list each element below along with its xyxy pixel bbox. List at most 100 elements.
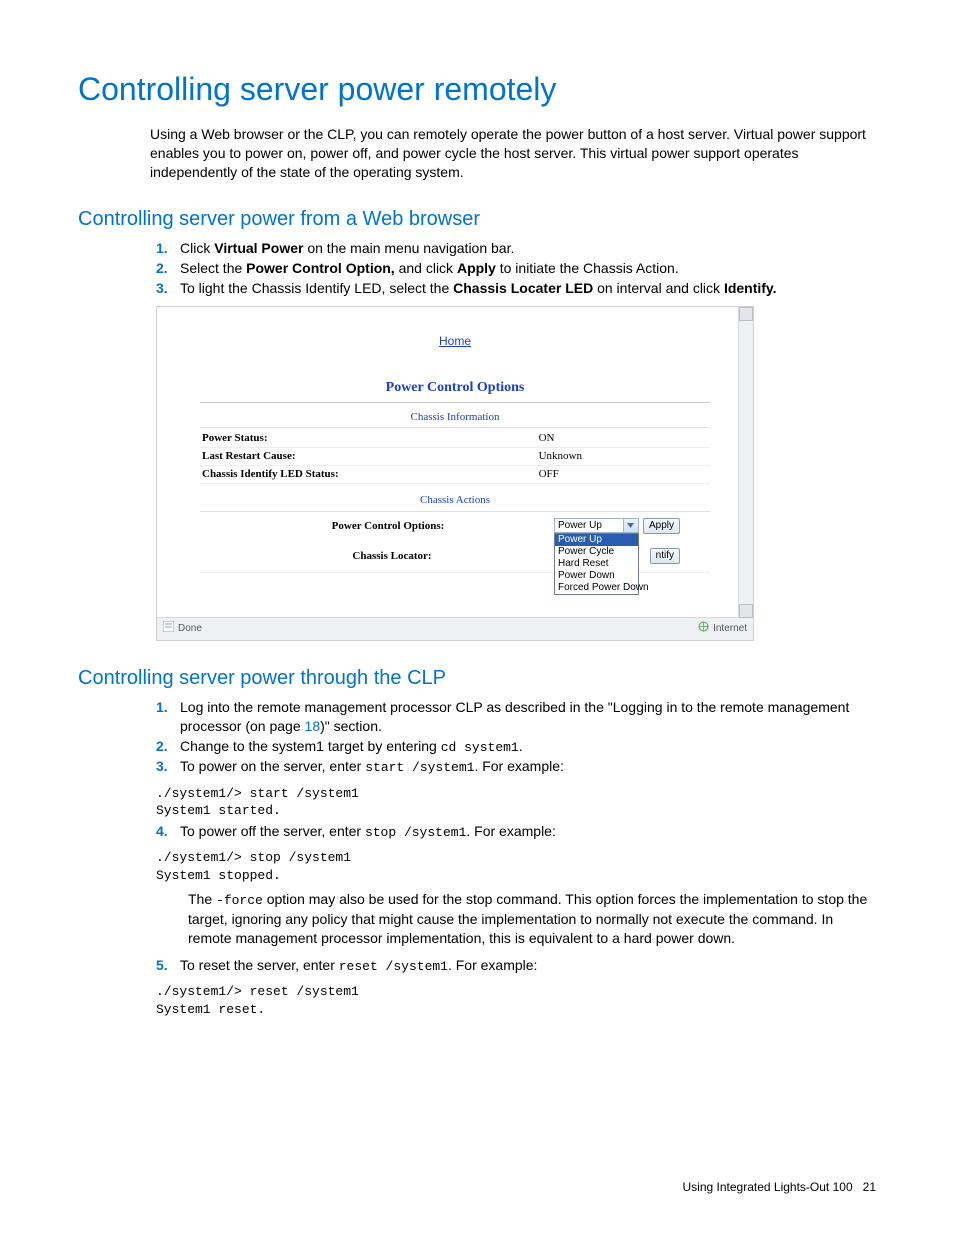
step-text: . For example: — [466, 823, 555, 839]
web-step-2: 2. Select the Power Control Option, and … — [156, 259, 876, 278]
section-label-actions: Chassis Actions — [200, 490, 710, 512]
select-dropdown-list[interactable]: Power Up Power Cycle Hard Reset Power Do… — [554, 533, 639, 595]
step-text: . — [519, 738, 523, 754]
chassis-info-table: Power Status: ON Last Restart Cause: Unk… — [200, 430, 710, 484]
section-heading-clp: Controlling server power through the CLP — [78, 665, 876, 692]
browser-content-area: Home Power Control Options Chassis Infor… — [157, 307, 753, 617]
info-value: Unknown — [537, 448, 710, 466]
step-bold: Identify. — [724, 280, 777, 296]
step-number: 3. — [156, 279, 180, 298]
step-bold: Chassis Locater LED — [453, 280, 593, 296]
clp-steps-list-cont: 4. To power off the server, enter stop /… — [156, 822, 876, 842]
table-row: Last Restart Cause: Unknown — [200, 448, 710, 466]
code-inline: reset /system1 — [339, 959, 448, 974]
home-link[interactable]: Home — [425, 333, 485, 349]
step-number: 4. — [156, 822, 180, 841]
select-option[interactable]: Power Down — [555, 570, 638, 582]
code-inline: start /system1 — [365, 760, 474, 775]
status-left: Done — [178, 622, 202, 636]
step-text: To light the Chassis Identify LED, selec… — [180, 280, 453, 296]
step-number: 3. — [156, 757, 180, 776]
page-footer: Using Integrated Lights-Out 100 21 — [683, 1179, 876, 1195]
intro-paragraph: Using a Web browser or the CLP, you can … — [150, 125, 876, 182]
clp-steps-list-cont2: 5. To reset the server, enter reset /sys… — [156, 956, 876, 976]
step-text: Change to the system1 target by entering — [180, 738, 441, 754]
step-number: 2. — [156, 259, 180, 278]
note-text: The — [188, 891, 216, 907]
select-value: Power Up — [555, 519, 623, 532]
note-paragraph: The -force option may also be used for t… — [188, 890, 876, 947]
step-text: on interval and click — [593, 280, 724, 296]
code-block: ./system1/> start /system1 System1 start… — [156, 785, 876, 820]
step-text: Select the — [180, 260, 246, 276]
footer-page-number: 21 — [863, 1180, 876, 1194]
web-steps-list: 1. Click Virtual Power on the main menu … — [156, 239, 876, 298]
step-text: . For example: — [448, 957, 537, 973]
globe-icon — [698, 621, 709, 637]
browser-statusbar: Done Internet — [157, 617, 753, 640]
clp-step-5: 5. To reset the server, enter reset /sys… — [156, 956, 876, 976]
step-text: To power off the server, enter — [180, 823, 365, 839]
section-label-info: Chassis Information — [200, 407, 710, 429]
page: Controlling server power remotely Using … — [0, 0, 954, 1235]
info-label: Last Restart Cause: — [200, 448, 537, 466]
step-text: To reset the server, enter — [180, 957, 339, 973]
web-step-1: 1. Click Virtual Power on the main menu … — [156, 239, 876, 258]
clp-step-2: 2. Change to the system1 target by enter… — [156, 737, 876, 757]
page-reference-link[interactable]: 18 — [305, 718, 321, 734]
panel-title: Power Control Options — [200, 379, 710, 403]
step-number: 1. — [156, 239, 180, 258]
power-control-row: Power Control Options: Power Up — [230, 518, 680, 534]
scroll-up-button[interactable] — [739, 307, 753, 321]
scrollbar[interactable] — [738, 307, 753, 618]
info-value: ON — [537, 430, 710, 447]
code-inline: -force — [216, 893, 263, 908]
step-text: to initiate the Chassis Action. — [496, 260, 679, 276]
step-text: To power on the server, enter — [180, 758, 365, 774]
power-control-select[interactable]: Power Up Power Up Power Cycle Hard Reset — [554, 518, 639, 533]
web-step-3: 3. To light the Chassis Identify LED, se… — [156, 279, 876, 298]
select-option[interactable]: Power Cycle — [555, 546, 638, 558]
footer-text: Using Integrated Lights-Out 100 — [683, 1180, 853, 1194]
code-inline: cd system1 — [441, 740, 519, 755]
power-control-label: Power Control Options: — [230, 518, 554, 534]
info-label: Chassis Identify LED Status: — [200, 466, 537, 484]
scroll-down-button[interactable] — [739, 604, 753, 618]
code-block: ./system1/> stop /system1 System1 stoppe… — [156, 849, 876, 884]
select-option[interactable]: Hard Reset — [555, 558, 638, 570]
clp-step-4: 4. To power off the server, enter stop /… — [156, 822, 876, 842]
chevron-down-icon[interactable] — [623, 519, 638, 532]
step-text: . For example: — [474, 758, 563, 774]
step-text: Log into the remote management processor… — [180, 699, 849, 734]
select-option[interactable]: Power Up — [555, 534, 638, 546]
info-value: OFF — [537, 466, 710, 484]
info-label: Power Status: — [200, 430, 537, 447]
step-text: on the main menu navigation bar. — [303, 240, 514, 256]
step-bold: Virtual Power — [214, 240, 303, 256]
step-number: 1. — [156, 698, 180, 717]
apply-button[interactable]: Apply — [643, 518, 680, 534]
step-text: Click — [180, 240, 214, 256]
note-text: option may also be used for the stop com… — [188, 891, 867, 945]
step-bold: Power Control Option, — [246, 260, 395, 276]
step-number: 2. — [156, 737, 180, 756]
step-number: 5. — [156, 956, 180, 975]
code-inline: stop /system1 — [365, 825, 466, 840]
table-row: Chassis Identify LED Status: OFF — [200, 466, 710, 484]
section-heading-web: Controlling server power from a Web brow… — [78, 206, 876, 233]
status-right: Internet — [713, 622, 747, 636]
identify-button[interactable]: ntify — [650, 548, 680, 564]
page-icon — [163, 621, 174, 637]
embedded-screenshot: Home Power Control Options Chassis Infor… — [156, 306, 754, 641]
step-bold: Apply — [457, 260, 496, 276]
table-row: Power Status: ON — [200, 430, 710, 447]
chassis-locator-label: Chassis Locator: — [230, 548, 562, 564]
page-title: Controlling server power remotely — [78, 68, 876, 111]
step-text: )" section. — [320, 718, 382, 734]
code-block: ./system1/> reset /system1 System1 reset… — [156, 983, 876, 1018]
step-text: and click — [395, 260, 457, 276]
clp-step-3: 3. To power on the server, enter start /… — [156, 757, 876, 777]
clp-step-1: 1. Log into the remote management proces… — [156, 698, 876, 736]
select-option[interactable]: Forced Power Down — [555, 582, 638, 594]
clp-steps-list: 1. Log into the remote management proces… — [156, 698, 876, 777]
